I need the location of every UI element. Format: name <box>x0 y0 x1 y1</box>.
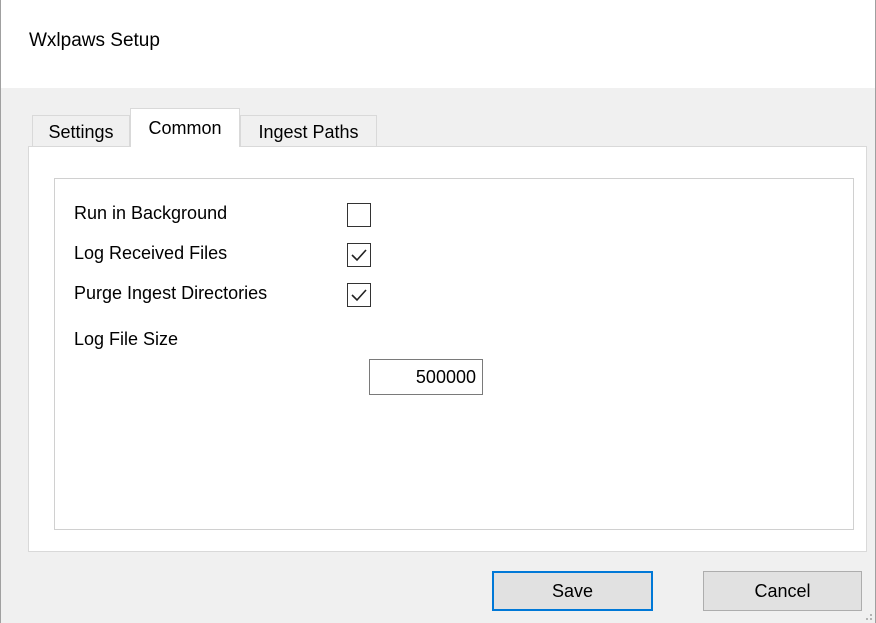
tab-common[interactable]: Common <box>130 108 240 147</box>
checkmark-icon <box>351 289 367 302</box>
resize-grip-icon[interactable] <box>861 609 873 621</box>
tab-settings[interactable]: Settings <box>32 115 130 147</box>
log-received-files-checkbox[interactable] <box>347 243 371 267</box>
tab-ingest-paths[interactable]: Ingest Paths <box>240 115 377 147</box>
run-in-background-label: Run in Background <box>74 203 228 223</box>
common-settings-group: Run in Background Log Received Files Pur… <box>54 178 854 530</box>
checkmark-icon <box>351 249 367 262</box>
purge-ingest-directories-label: Purge Ingest Directories <box>74 283 268 303</box>
purge-ingest-directories-checkbox[interactable] <box>347 283 371 307</box>
cancel-button[interactable]: Cancel <box>703 571 862 611</box>
common-tab-panel: Run in Background Log Received Files Pur… <box>28 146 867 552</box>
log-received-files-label: Log Received Files <box>74 243 228 263</box>
save-button[interactable]: Save <box>492 571 653 611</box>
log-file-size-label: Log File Size <box>74 329 179 349</box>
run-in-background-checkbox[interactable] <box>347 203 371 227</box>
title-bar: Wxlpaws Setup <box>1 0 875 88</box>
window-title: Wxlpaws Setup <box>29 30 160 51</box>
setup-window: Wxlpaws Setup Settings Common Ingest Pat… <box>0 0 876 623</box>
log-file-size-input[interactable] <box>369 359 483 395</box>
